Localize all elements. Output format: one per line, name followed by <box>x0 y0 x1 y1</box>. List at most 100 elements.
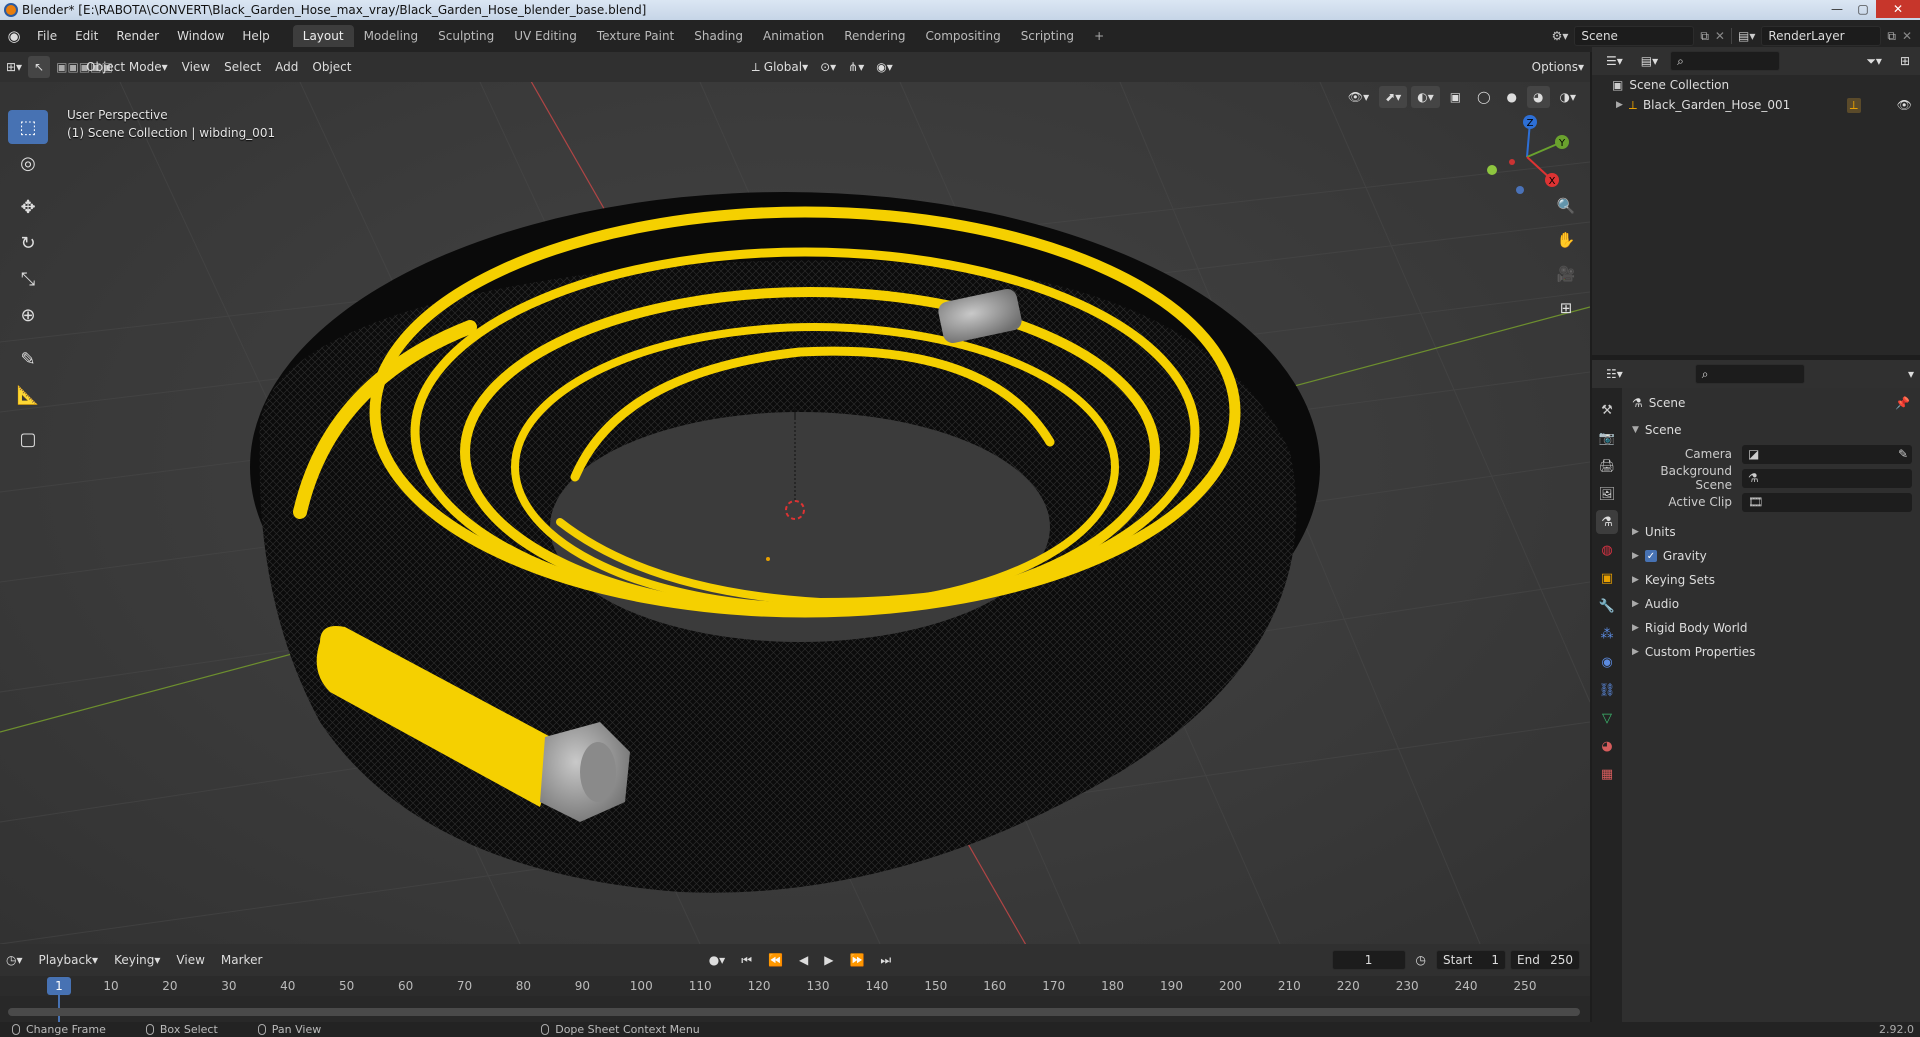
blender-menu-icon[interactable]: ◉ <box>0 20 28 52</box>
proportional-edit-icon[interactable]: ◉▾ <box>870 56 899 78</box>
camera-view-icon[interactable]: 🎥 <box>1552 260 1580 288</box>
custom-properties-section[interactable]: ▶ Custom Properties <box>1622 640 1920 664</box>
physics-tab-icon[interactable]: ◉ <box>1596 650 1618 674</box>
current-frame-field[interactable]: 1 <box>1331 950 1406 970</box>
keying-menu[interactable]: Keying ▾ <box>108 949 166 971</box>
material-tab-icon[interactable]: ◕ <box>1596 734 1618 758</box>
next-keyframe-icon[interactable]: ⏩ <box>843 949 870 971</box>
snap-icon[interactable]: ⋔▾ <box>842 56 870 78</box>
play-icon[interactable]: ▶ <box>818 949 839 971</box>
tab-modeling[interactable]: Modeling <box>354 25 429 47</box>
3d-viewport[interactable]: User Perspective (1) Scene Collection | … <box>0 82 1590 944</box>
viewlayer-icon[interactable]: ▤▾ <box>1738 29 1755 43</box>
tab-animation[interactable]: Animation <box>753 25 834 47</box>
end-frame-field[interactable]: End 250 <box>1510 950 1580 970</box>
prev-keyframe-icon[interactable]: ⏪ <box>762 949 789 971</box>
frame-ruler[interactable]: 10 20 30 40 50 60 70 80 90 100 110 120 130 140 150 160 1… <box>0 976 1590 996</box>
filter-icon[interactable]: ⏷▾ <box>1860 50 1888 72</box>
expand-arrow-icon[interactable]: ▶ <box>1616 100 1623 110</box>
timeline-editor-type-icon[interactable]: ◷▾ <box>0 949 29 971</box>
render-tab-icon[interactable]: 📷 <box>1596 426 1618 450</box>
wireframe-shading-icon[interactable]: ◯ <box>1471 86 1496 108</box>
add-workspace-icon[interactable]: + <box>1084 25 1114 47</box>
outliner-search-input[interactable]: ⌕ <box>1670 51 1781 71</box>
new-viewlayer-icon[interactable]: ⧉ <box>1887 29 1896 44</box>
menu-edit[interactable]: Edit <box>66 29 107 43</box>
annotate-tool-icon[interactable]: ✎ <box>8 342 48 376</box>
move-tool-icon[interactable]: ✥ <box>8 190 48 224</box>
viewport-menu-add[interactable]: Add <box>269 56 304 78</box>
new-scene-icon[interactable]: ⧉ <box>1700 29 1709 44</box>
tab-layout[interactable]: Layout <box>292 25 354 47</box>
viewport-menu-select[interactable]: Select <box>218 56 267 78</box>
audio-section[interactable]: ▶ Audio <box>1622 592 1920 616</box>
solid-shading-icon[interactable]: ● <box>1501 86 1523 108</box>
options-dropdown[interactable]: Options ▾ <box>1526 56 1590 78</box>
material-shading-icon[interactable]: ◕ <box>1527 86 1550 108</box>
outliner-object-row[interactable]: ▶ ⟂ Black_Garden_Hose_001 ⟂ 👁 <box>1592 95 1920 115</box>
renderlayer-field[interactable]: RenderLayer <box>1761 26 1882 46</box>
tab-rendering[interactable]: Rendering <box>834 25 915 47</box>
menu-render[interactable]: Render <box>107 29 168 43</box>
pivot-point-icon[interactable]: ⊙▾ <box>814 56 842 78</box>
record-icon[interactable]: ●▾ <box>703 949 732 971</box>
new-collection-icon[interactable]: ⊞ <box>1894 50 1916 72</box>
properties-options-icon[interactable]: ▾ <box>1902 363 1920 385</box>
menu-help[interactable]: Help <box>233 29 278 43</box>
tab-sculpting[interactable]: Sculpting <box>428 25 504 47</box>
rigid-body-world-section[interactable]: ▶ Rigid Body World <box>1622 616 1920 640</box>
select-mode-icon[interactable]: ↖ <box>28 56 51 78</box>
zoom-icon[interactable]: 🔍 <box>1552 192 1580 220</box>
select-box-tool-icon[interactable]: ⬚ <box>8 110 48 144</box>
object-tab-icon[interactable]: ▣ <box>1596 566 1618 590</box>
pan-hand-icon[interactable]: ✋ <box>1552 226 1580 254</box>
tab-compositing[interactable]: Compositing <box>915 25 1010 47</box>
timeline-scrollbar[interactable] <box>8 1008 1580 1016</box>
units-section[interactable]: ▶ Units <box>1622 520 1920 544</box>
remove-scene-icon[interactable]: ✕ <box>1715 29 1725 43</box>
scene-tab-icon[interactable]: ⚗ <box>1596 510 1618 534</box>
pin-icon[interactable]: 📌 <box>1895 396 1910 410</box>
visibility-icon[interactable]: 👁▾ <box>1342 86 1375 108</box>
scale-tool-icon[interactable]: ⤡ <box>8 262 48 296</box>
menu-window[interactable]: Window <box>168 29 233 43</box>
eye-visibility-icon[interactable]: 👁 <box>1897 98 1912 112</box>
gravity-checkbox[interactable]: ✓ <box>1644 550 1657 562</box>
rotate-tool-icon[interactable]: ↻ <box>8 226 48 260</box>
tab-texture-paint[interactable]: Texture Paint <box>587 25 684 47</box>
rendered-shading-icon[interactable]: ◑▾ <box>1554 86 1583 108</box>
cursor-tool-icon[interactable]: ◎ <box>8 146 48 180</box>
tab-uv-editing[interactable]: UV Editing <box>504 25 587 47</box>
remove-viewlayer-icon[interactable]: ✕ <box>1902 29 1912 43</box>
constraints-tab-icon[interactable]: ⛓ <box>1596 678 1618 702</box>
object-data-icon[interactable]: ⟂ <box>1846 97 1861 113</box>
transform-tool-icon[interactable]: ⊕ <box>8 298 48 332</box>
world-tab-icon[interactable]: ◍ <box>1596 538 1618 562</box>
viewport-menu-object[interactable]: Object <box>306 56 357 78</box>
modifier-tab-icon[interactable]: 🔧 <box>1596 594 1618 618</box>
viewport-menu-view[interactable]: View <box>176 56 216 78</box>
overlay-toggle-icon[interactable]: ◐▾ <box>1411 86 1440 108</box>
camera-field[interactable]: ◪ ✎ <box>1742 444 1912 464</box>
outliner-editor-type-icon[interactable]: ☰▾ <box>1600 50 1629 72</box>
editor-type-icon[interactable]: ⊞▾ <box>0 56 28 78</box>
gravity-section[interactable]: ▶ ✓ Gravity <box>1622 544 1920 568</box>
add-cube-tool-icon[interactable]: ▢ <box>8 422 48 456</box>
particles-tab-icon[interactable]: ⁂ <box>1596 622 1618 646</box>
navigation-gizmo[interactable]: Z Y X <box>1482 112 1572 202</box>
timeline-area[interactable]: 10 20 30 40 50 60 70 80 90 100 110 120 130 140 150 160 1… <box>0 976 1590 1022</box>
measure-tool-icon[interactable]: 📐 <box>8 378 48 412</box>
start-frame-field[interactable]: Start 1 <box>1436 950 1506 970</box>
jump-start-icon[interactable]: ⏮ <box>735 949 758 971</box>
preview-range-icon[interactable]: ◷ <box>1410 949 1432 971</box>
properties-editor-type-icon[interactable]: ☷▾ <box>1600 363 1629 385</box>
background-scene-field[interactable]: ⚗ <box>1742 468 1912 488</box>
jump-end-icon[interactable]: ⏭ <box>874 949 897 971</box>
play-reverse-icon[interactable]: ◀ <box>793 949 814 971</box>
output-tab-icon[interactable]: 🖨 <box>1596 454 1618 478</box>
texture-tab-icon[interactable]: ▦ <box>1596 762 1618 786</box>
keying-sets-section[interactable]: ▶ Keying Sets <box>1622 568 1920 592</box>
active-clip-field[interactable]: 🎞 <box>1742 492 1912 512</box>
data-tab-icon[interactable]: ▽ <box>1596 706 1618 730</box>
eyedropper-icon[interactable]: ✎ <box>1898 447 1908 461</box>
